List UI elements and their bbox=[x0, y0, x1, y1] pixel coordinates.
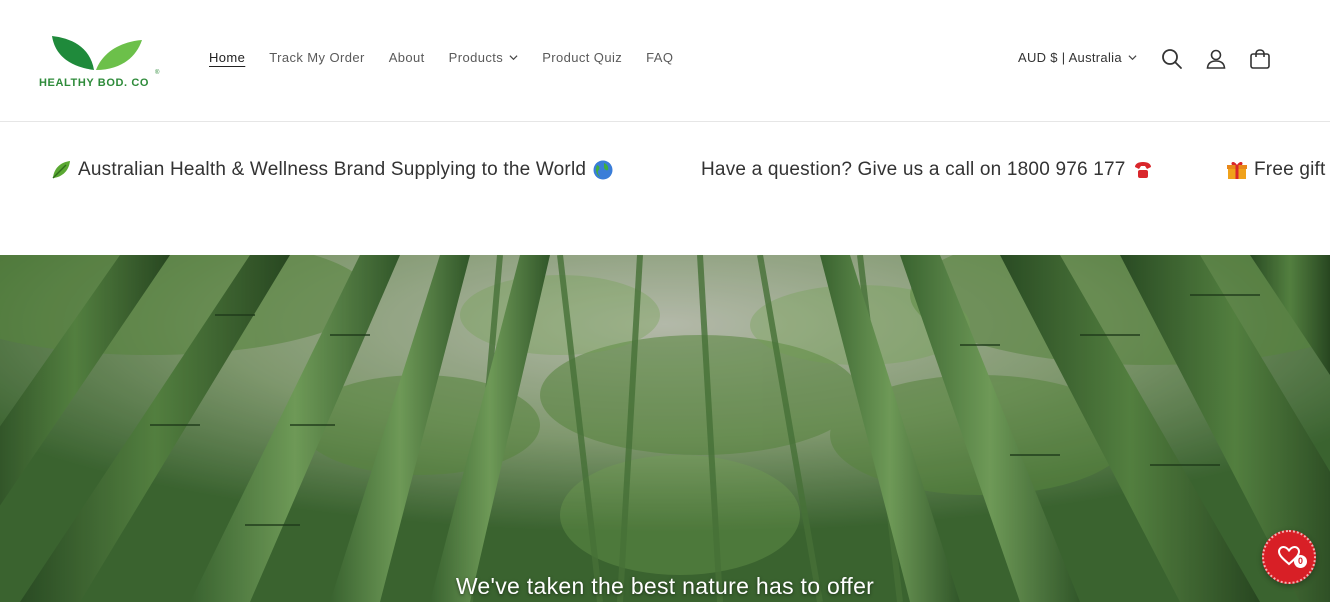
nav-item-about[interactable]: About bbox=[389, 50, 425, 65]
announcement-item: Have a question? Give us a call on 1800 … bbox=[701, 159, 1154, 181]
chevron-down-icon bbox=[509, 55, 518, 61]
main-nav: Home Track My Order About Products Produ… bbox=[209, 50, 697, 65]
announcement-text: Have a question? Give us a call on 1800 … bbox=[701, 159, 1126, 180]
cart-icon[interactable] bbox=[1248, 47, 1272, 71]
announcement-text: Free gift bbox=[1254, 159, 1326, 180]
leaf-icon bbox=[52, 161, 70, 179]
announcement-text: Australian Health & Wellness Brand Suppl… bbox=[78, 159, 587, 180]
nav-item-product-quiz[interactable]: Product Quiz bbox=[542, 50, 622, 65]
hero-banner: We've taken the best nature has to offer bbox=[0, 255, 1330, 602]
currency-country-selector[interactable]: AUD $ | Australia bbox=[1018, 50, 1137, 65]
locale-label: AUD $ | Australia bbox=[1018, 50, 1122, 65]
announcement-item: Free gift bbox=[1226, 159, 1326, 181]
search-icon[interactable] bbox=[1160, 47, 1184, 71]
announcement-bar: Australian Health & Wellness Brand Suppl… bbox=[0, 123, 1330, 255]
site-header: HEALTHY BOD. CO ® Home Track My Order Ab… bbox=[0, 0, 1330, 122]
wishlist-floating-button[interactable]: 0 bbox=[1262, 530, 1316, 584]
hero-caption: We've taken the best nature has to offer bbox=[455, 573, 875, 599]
gift-icon bbox=[1227, 161, 1247, 179]
nav-item-home[interactable]: Home bbox=[209, 50, 245, 65]
logo-text: HEALTHY BOD. CO bbox=[39, 77, 150, 89]
phone-icon bbox=[1134, 162, 1151, 178]
announcement-item: Australian Health & Wellness Brand Suppl… bbox=[50, 159, 614, 181]
registered-mark: ® bbox=[155, 70, 160, 76]
chevron-down-icon bbox=[1128, 55, 1137, 61]
nav-item-products[interactable]: Products bbox=[449, 50, 519, 65]
bamboo-forest-image bbox=[0, 255, 1330, 602]
nav-item-products-label: Products bbox=[448, 50, 504, 65]
brand-logo[interactable]: HEALTHY BOD. CO ® bbox=[38, 32, 168, 92]
globe-icon bbox=[593, 160, 613, 180]
wishlist-count-badge: 0 bbox=[1294, 555, 1307, 568]
leaf-logo-icon bbox=[52, 36, 142, 70]
nav-item-faq[interactable]: FAQ bbox=[646, 50, 673, 65]
nav-item-track-my-order[interactable]: Track My Order bbox=[269, 50, 364, 65]
account-icon[interactable] bbox=[1204, 47, 1228, 71]
